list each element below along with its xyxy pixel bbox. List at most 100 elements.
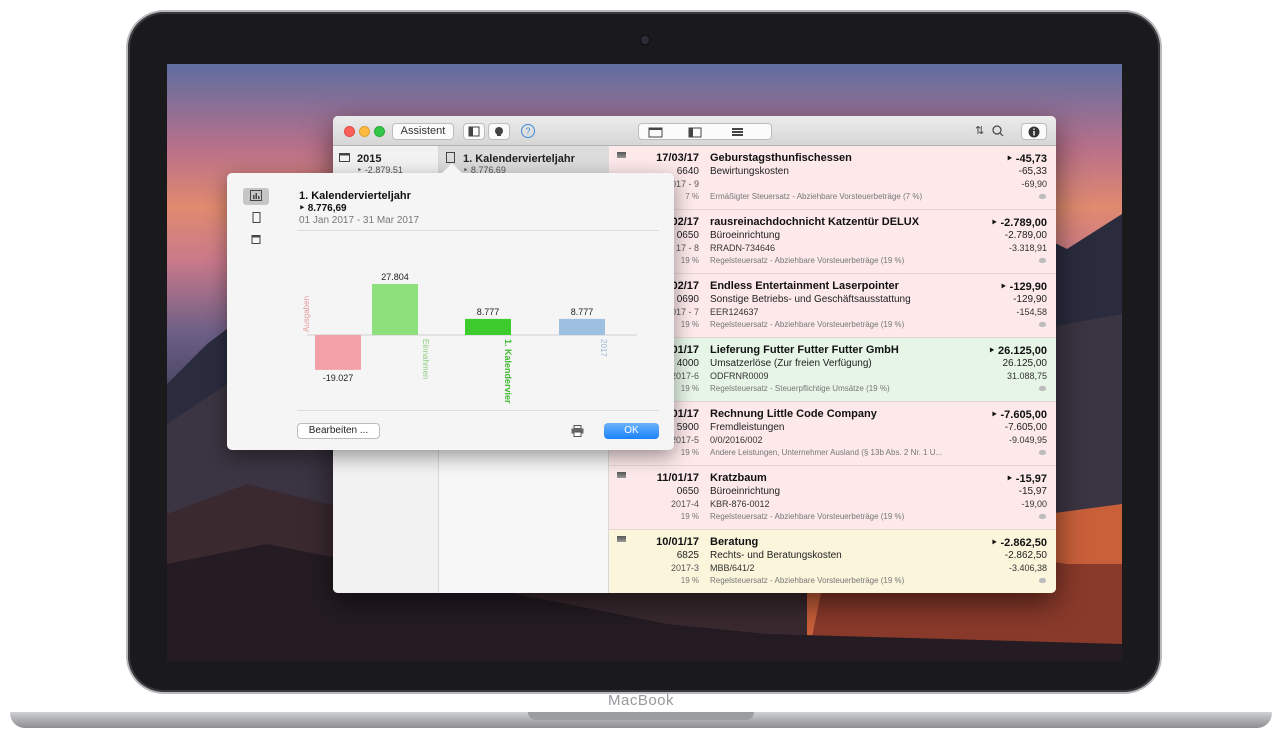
transaction-row[interactable]: 17/03/17 6640 2017 - 97 % Geburstagsthunfis… <box>609 146 1056 210</box>
print-icon[interactable] <box>571 425 584 437</box>
transaction-date: 01/17 <box>671 408 699 420</box>
account-number: 0690 <box>676 294 699 305</box>
transaction-row[interactable]: 10/01/17 6825 2017-3 19 % Beratung Rechts- un… <box>609 530 1056 593</box>
gross-amount: -3.406,38 <box>1008 563 1047 573</box>
document-icon <box>446 152 455 163</box>
attachment-icon <box>1039 194 1046 199</box>
chart-category-label: 1. Kalendervier <box>503 339 513 404</box>
stage: Assistent ? ⇅ 2015 ‣ -2.879,51 1. Kalend… <box>0 0 1282 748</box>
tax-rate: 19 % <box>680 448 699 457</box>
tax-rate: 19 % <box>680 320 699 329</box>
gross-amount: -154,58 <box>1016 307 1047 317</box>
tax-description: Ermäßigter Steuersatz - Abziehbare Vorst… <box>710 192 923 201</box>
account-number: 6640 <box>676 166 699 177</box>
net-amount: -129,90 <box>1013 294 1047 305</box>
account-number: 0650 <box>676 486 699 497</box>
chart-bar <box>559 318 605 335</box>
document-number: 2017-6 <box>670 371 699 381</box>
transaction-date: 17/03/17 <box>656 152 699 164</box>
document-number: 2017-3 <box>670 563 699 573</box>
tax-rate: 19 % <box>680 384 699 393</box>
net-amount: -7.605,00 <box>1004 422 1047 433</box>
row-flag-icon <box>617 152 626 158</box>
tax-rate: 19 % <box>680 512 699 521</box>
gross-amount: 31.088,75 <box>1006 371 1047 381</box>
gross-amount: -9.049,95 <box>1008 435 1047 445</box>
transaction-category: Fremdleistungen <box>710 422 785 433</box>
transaction-row[interactable]: 01/17 5900 2017-5 19 % Rechnung Little Code … <box>609 402 1056 466</box>
document-number: 17 - 8 <box>675 243 699 253</box>
close-button[interactable] <box>344 126 355 137</box>
search-icon[interactable] <box>992 125 1004 137</box>
document-number: 2017-4 <box>670 499 699 509</box>
account-number: 5900 <box>676 422 699 433</box>
account-number: 6825 <box>676 550 699 561</box>
document-number: 2017-5 <box>670 435 699 445</box>
chart-bar <box>465 318 511 335</box>
attachment-icon <box>1039 578 1046 583</box>
popover-divider-top <box>297 230 659 231</box>
info-icon <box>1028 126 1040 138</box>
help-icon[interactable]: ? <box>521 124 535 138</box>
transaction-category: Büroeinrichtung <box>710 486 781 497</box>
transaction-category: Büroeinrichtung <box>710 230 781 241</box>
view-switcher[interactable] <box>638 123 772 140</box>
transaction-reference: RRADN-734646 <box>710 243 776 253</box>
transaction-amount: ‣ -7.605,00 <box>990 409 1047 421</box>
list-icon <box>251 235 261 244</box>
transaction-row[interactable]: 02/17 0650 17 - 8 19 % rausreinachdochnicht … <box>609 210 1056 274</box>
chart-icon <box>250 190 262 201</box>
calendar-icon <box>339 153 350 162</box>
attachment-icon <box>1039 258 1046 263</box>
device-label: MacBook <box>607 692 675 709</box>
transaction-reference: KBR-876-0012 <box>710 499 770 509</box>
transaction-reference: ODFRNR0009 <box>710 371 769 381</box>
transaction-reference: 0/0/2016/002 <box>710 435 763 445</box>
list-view-button[interactable] <box>243 232 269 249</box>
tax-description: Regelsteuersatz - Abziehbare Vorsteuerbe… <box>710 576 905 585</box>
row-flag-icon <box>617 472 626 478</box>
transaction-title: Endless Entertainment Laserpointer <box>710 280 899 292</box>
info-button[interactable] <box>1021 123 1047 140</box>
chart-bar <box>372 284 418 335</box>
tax-description: Regelsteuersatz - Abziehbare Vorsteuerbe… <box>710 256 905 265</box>
transaction-category: Umsatzerlöse (Zur freien Verfügung) <box>710 358 872 369</box>
ok-button[interactable]: OK <box>604 423 659 439</box>
popover-amount-value: 8.776,69 <box>307 203 347 214</box>
transaction-amount: ‣ -2.862,50 <box>990 537 1047 549</box>
transaction-reference: MBB/641/2 <box>710 563 755 573</box>
attachment-icon <box>1039 322 1046 327</box>
chart-category-label: Einnahmen <box>421 339 430 379</box>
net-amount: -2.862,50 <box>1004 550 1047 561</box>
chart-category-label: Ausgaben <box>302 296 311 332</box>
insights-button[interactable] <box>488 123 510 140</box>
zoom-button[interactable] <box>374 126 385 137</box>
popover-date-range: 01 Jan 2017 - 31 Mar 2017 <box>299 215 420 226</box>
transaction-title: Beratung <box>710 536 759 548</box>
assistant-button[interactable]: Assistent <box>392 123 454 140</box>
transaction-row[interactable]: 01/17 4000 2017-6 19 % Lieferung Futter Futt… <box>609 338 1056 402</box>
transaction-amount: ‣ -129,90 <box>1000 281 1047 293</box>
title-bar: Assistent ? ⇅ <box>333 116 1056 146</box>
minimize-button[interactable] <box>359 126 370 137</box>
transaction-category: Bewirtungskosten <box>710 166 789 177</box>
sort-icon[interactable]: ⇅ <box>975 124 984 137</box>
transaction-date: 01/17 <box>671 344 699 356</box>
year-label[interactable]: 2015 <box>357 153 381 165</box>
transaction-row[interactable]: 11/01/17 0650 2017-4 19 % Kratzbaum Büroeinri… <box>609 466 1056 530</box>
transaction-row[interactable]: 02/17 0690 017 - 7 19 % Endless Entertainmen… <box>609 274 1056 338</box>
lightbulb-icon <box>495 127 503 136</box>
tax-rate: 19 % <box>680 256 699 265</box>
period-label[interactable]: 1. Kalendervierteljahr <box>463 153 575 165</box>
transaction-category: Rechts- und Beratungskosten <box>710 550 842 561</box>
chart-view-button[interactable] <box>243 188 269 205</box>
document-view-button[interactable] <box>243 210 269 227</box>
page-icon <box>252 212 261 223</box>
sidebar-toggle-button[interactable] <box>463 123 485 140</box>
tax-rate: 7 % <box>685 192 699 201</box>
period-popover: 1. Kalendervierteljahr ‣ 8.776,69 01 Jan… <box>227 163 674 450</box>
edit-button[interactable]: Bearbeiten ... <box>297 423 380 439</box>
account-number: 0650 <box>676 230 699 241</box>
camera <box>641 36 649 44</box>
transaction-amount: ‣ 26.125,00 <box>988 345 1047 357</box>
